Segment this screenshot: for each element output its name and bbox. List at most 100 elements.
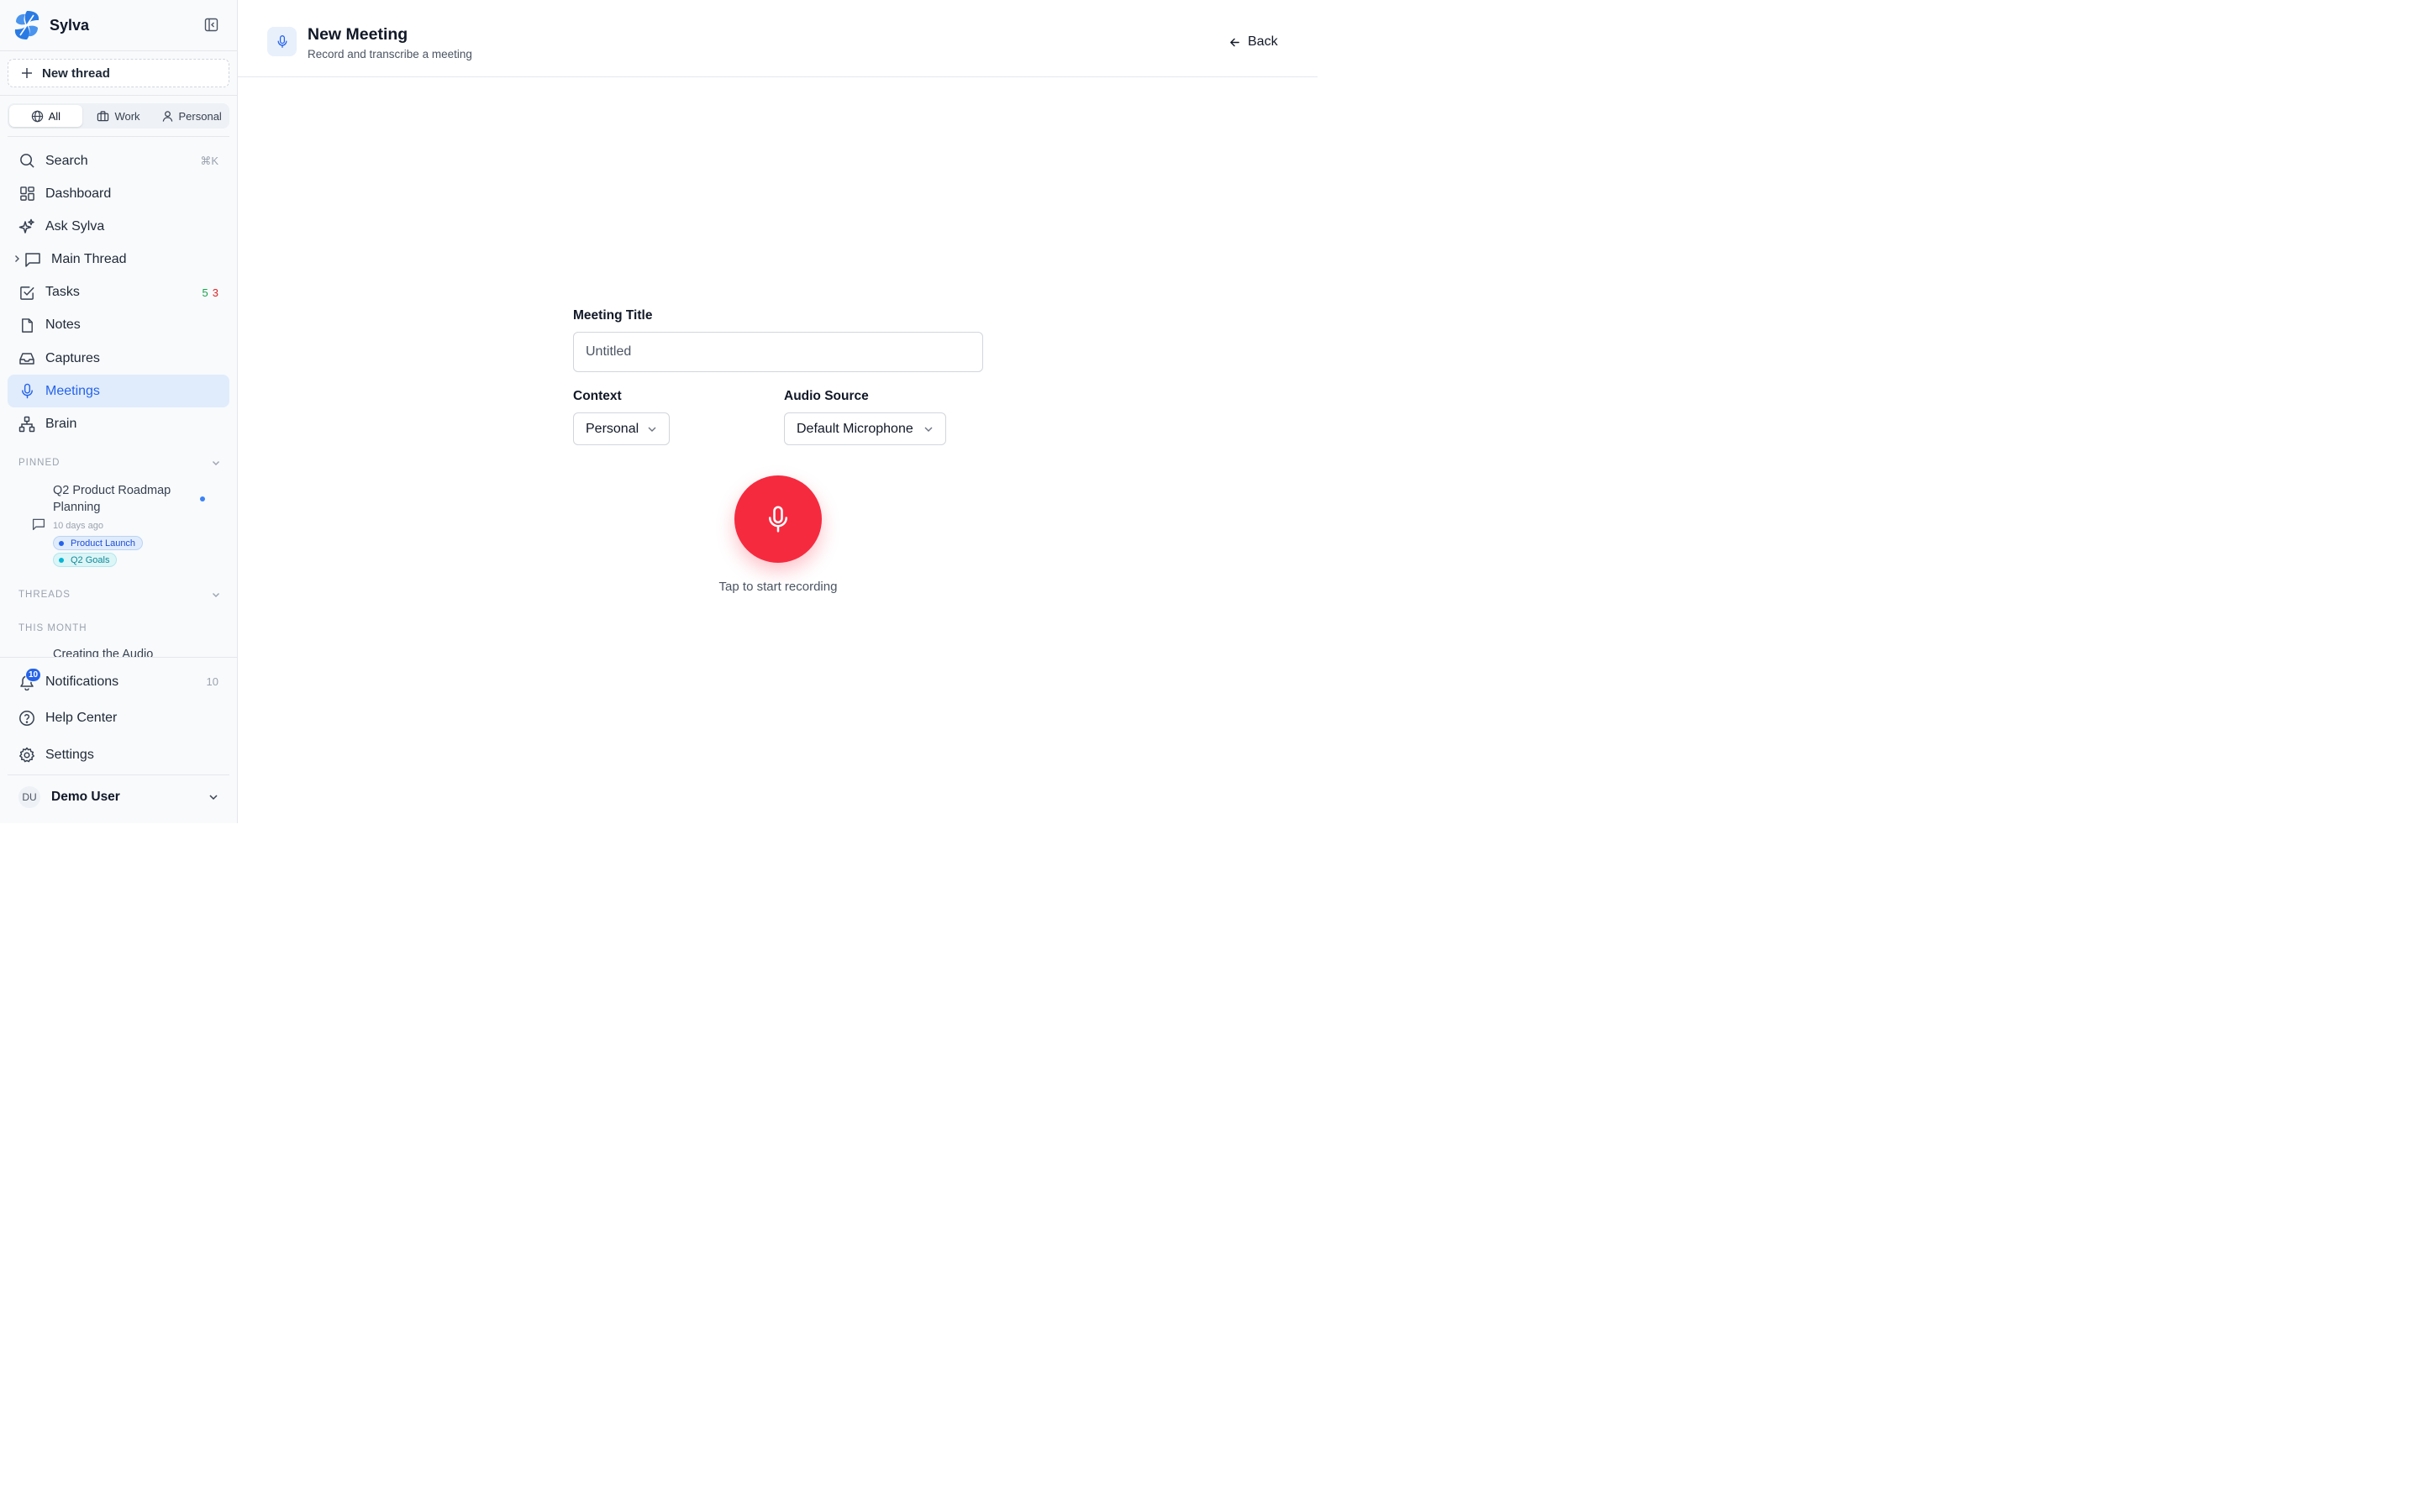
group-this-month-label: THIS MONTH [18,623,87,633]
nav-notes-label: Notes [45,318,81,333]
microphone-icon [18,383,35,400]
nav-meetings-label: Meetings [45,383,100,398]
unread-dot [200,496,205,501]
secondary-nav: 10 Notifications 10 Help Center Settings [8,664,229,774]
search-icon [18,153,35,170]
user-icon [162,110,172,122]
collapse-sidebar-button[interactable] [203,17,219,33]
briefcase-icon [97,110,109,121]
sidebar: Sylva New thread All Work Personal Searc… [0,0,238,823]
nav-ask-label: Ask Sylva [45,218,105,234]
threads-heading: THREADS [18,590,71,600]
meeting-title-label: Meeting Title [573,308,653,323]
record-hint: Tap to start recording [718,580,838,594]
arrow-left-icon [1230,38,1239,46]
nav-search-label: Search [45,153,88,168]
context-value: Personal [586,421,639,436]
audio-source-select[interactable]: Default Microphone [784,412,946,445]
nav-search[interactable]: Search ⌘K [8,144,229,177]
chevron-down-icon [213,461,219,465]
tasks-count-overdue: 3 [212,286,218,299]
nav-settings[interactable]: Settings [8,737,229,774]
nav-meetings[interactable]: Meetings [8,375,229,408]
chevron-down-icon [924,427,933,432]
search-shortcut: ⌘K [200,154,218,167]
nav-brain[interactable]: Brain [8,408,229,441]
brand[interactable]: Sylva [13,8,224,42]
nav-main-thread-label: Main Thread [51,252,127,267]
tasks-counts: 53 [203,286,218,299]
tag-product-launch[interactable]: Product Launch [53,536,144,550]
back-button[interactable]: Back [1229,34,1278,50]
network-icon [18,416,35,433]
plus-icon [20,66,34,80]
nav-tasks-label: Tasks [45,285,80,300]
filter-all[interactable]: All [9,105,82,127]
tasks-count-open: 5 [202,286,208,299]
nav-captures-label: Captures [45,350,100,365]
thread-list-scroll[interactable]: Creating the Audio [0,643,238,657]
file-icon [18,317,35,333]
filter-personal-label: Personal [178,109,222,123]
audio-source-label: Audio Source [784,389,869,403]
nav-captures[interactable]: Captures [8,342,229,375]
tag-label: Product Launch [71,538,136,549]
avatar: DU [18,786,40,808]
filter-all-label: All [48,109,61,123]
nav-settings-label: Settings [45,748,94,763]
notifications-count: 10 [206,675,218,689]
dashboard-icon [18,186,35,202]
gear-icon [18,747,35,764]
new-thread-label: New thread [42,66,110,81]
message-square-icon [24,251,41,268]
microphone-icon [277,35,287,48]
primary-nav: Search ⌘K Dashboard Ask Sylva Main Threa… [8,144,229,441]
tag-dot [59,557,64,563]
chevron-down-icon [213,593,219,597]
nav-help-label: Help Center [45,711,118,726]
nav-notifications[interactable]: 10 Notifications 10 [8,664,229,701]
pinned-thread-title: Q2 Product Roadmap Planning [53,484,171,514]
chevron-down-icon [209,795,218,801]
nav-ask-sylva[interactable]: Ask Sylva [8,210,229,243]
tag-label: Q2 Goals [71,554,110,565]
nav-tasks[interactable]: Tasks 53 [8,276,229,309]
new-thread-button[interactable]: New thread [8,59,229,87]
sidebar-collapse-icon [204,18,218,32]
thread-item-partial[interactable]: Creating the Audio [53,648,153,657]
main-content: New Meeting Record and transcribe a meet… [238,0,1318,823]
threads-section-header[interactable]: THREADS [18,588,220,601]
tag-dot [59,540,64,546]
context-select[interactable]: Personal [573,412,670,445]
user-name: Demo User [51,790,120,804]
filter-work-label: Work [114,109,140,123]
context-filter: All Work Personal [8,103,229,129]
inbox-icon [18,350,35,367]
chevron-right-icon[interactable] [13,252,21,267]
nav-notes[interactable]: Notes [8,309,229,342]
audio-source-value: Default Microphone [797,421,913,436]
page-subtitle: Record and transcribe a meeting [308,48,472,60]
page-header: New Meeting Record and transcribe a meet… [238,0,1318,77]
record-button[interactable] [734,475,822,563]
filter-personal[interactable]: Personal [155,105,228,127]
nav-main-thread[interactable]: Main Thread [8,244,229,276]
user-menu[interactable]: DU Demo User [18,781,220,813]
filter-work[interactable]: Work [82,105,155,127]
app-name: Sylva [50,16,90,34]
pinned-section-header[interactable]: PINNED [18,456,220,470]
tag-q2-goals[interactable]: Q2 Goals [53,553,118,567]
nav-help-center[interactable]: Help Center [8,701,229,738]
nav-brain-label: Brain [45,417,77,431]
sparkles-icon [18,218,35,235]
pinned-thread-time: 10 days ago [53,521,103,531]
filter-divider [8,136,229,137]
app-root: Sylva New thread All Work Personal Searc… [0,0,1318,823]
context-label: Context [573,389,622,403]
chevron-down-icon [648,427,656,432]
nav-dashboard[interactable]: Dashboard [8,177,229,210]
meeting-title-input[interactable] [573,332,983,372]
new-thread-divider [0,95,238,96]
page-title: New Meeting [308,25,408,44]
nav-dashboard-label: Dashboard [45,186,112,201]
